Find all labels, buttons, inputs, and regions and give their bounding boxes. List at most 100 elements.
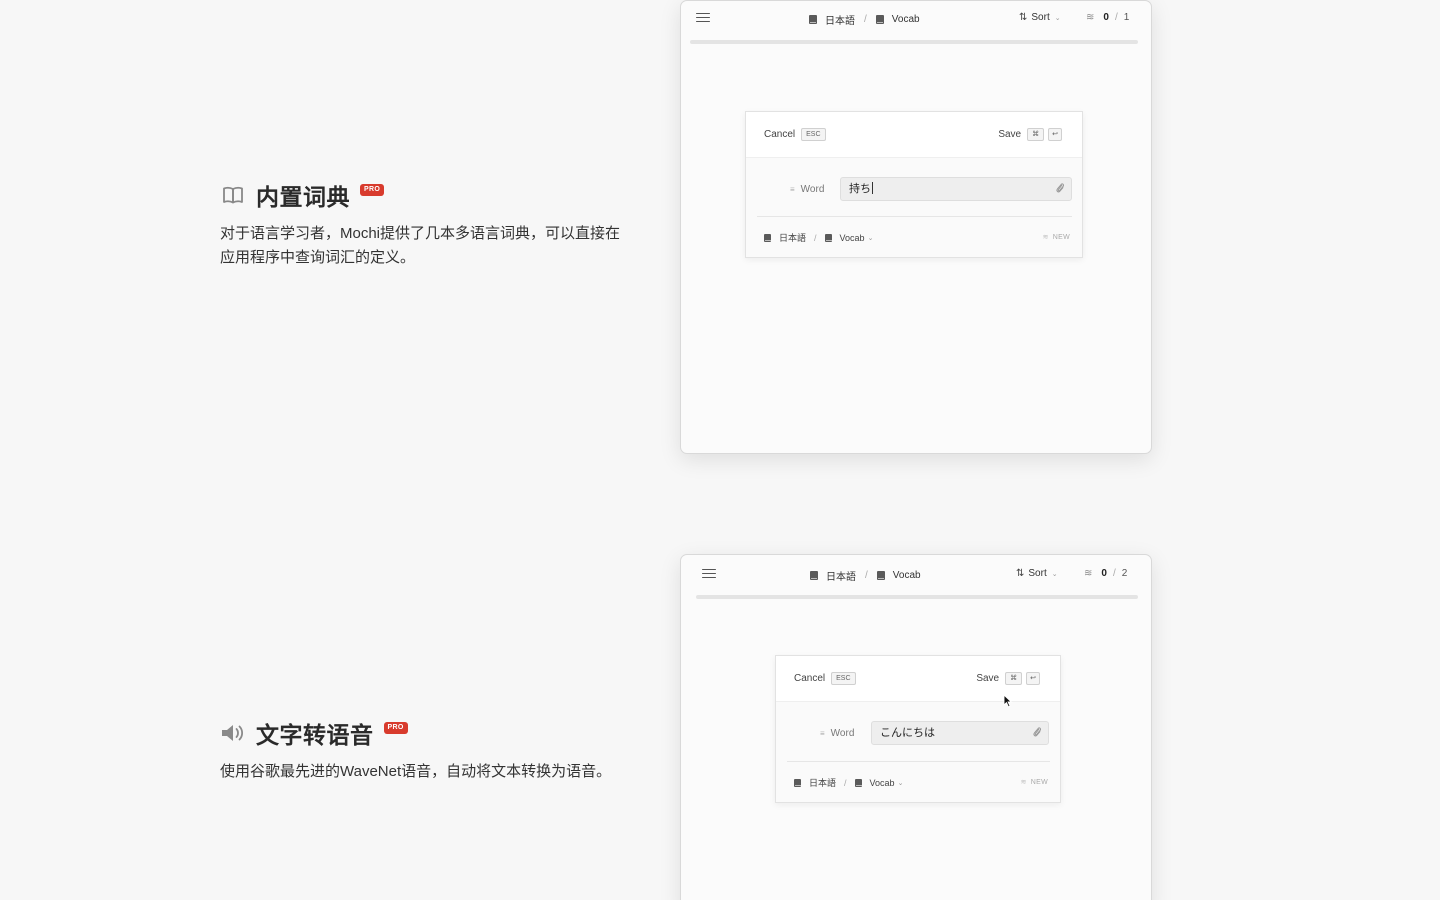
status-badge: ≋ NEW: [1021, 778, 1048, 786]
field-label: ≡ Word: [790, 184, 840, 195]
save-button[interactable]: Save ⌘ ↩: [998, 128, 1062, 141]
book-open-icon: [220, 183, 246, 207]
save-label: Save: [998, 129, 1022, 140]
feature-heading: 内置词典 PRO: [220, 180, 630, 210]
esc-key-hint: ESC: [831, 672, 856, 685]
toolbar: 日本語 / Vocab ⇅ Sort ⌄ ≋ 0 / 2: [681, 555, 1151, 591]
breadcrumb-separator: /: [844, 777, 847, 788]
feature-title: 内置词典: [256, 184, 350, 210]
enter-key-hint: ↩: [1026, 672, 1040, 685]
deck-icon: [764, 233, 771, 242]
deck-icon: [824, 233, 832, 242]
feature-heading: 文字转语音 PRO: [220, 718, 630, 748]
cancel-label: Cancel: [794, 673, 826, 684]
feature-dictionary: 内置词典 PRO 对于语言学习者，Mochi提供了几本多语言词典，可以直接在应用…: [220, 180, 630, 270]
footer-deck[interactable]: 日本語: [809, 776, 836, 789]
count-total: 1: [1123, 12, 1130, 23]
toolbar: 日本語 / Vocab ⇅ Sort ⌄ ≋ 0 / 1: [681, 1, 1151, 37]
feature-description: 对于语言学习者，Mochi提供了几本多语言词典，可以直接在应用程序中查询词汇的定…: [220, 225, 621, 266]
feature-text-to-speech: 文字转语音 PRO 使用谷歌最先进的WaveNet语音，自动将文本转换为语音。: [220, 718, 630, 784]
cancel-label: Cancel: [764, 129, 796, 140]
chevron-down-icon: ⌄: [1054, 14, 1061, 22]
app-window-dictionary: 日本語 / Vocab ⇅ Sort ⌄ ≋ 0 / 1 Cancel ESC …: [680, 0, 1152, 454]
breadcrumb-deck[interactable]: 日本語: [825, 12, 855, 27]
paperclip-icon[interactable]: [1055, 182, 1065, 199]
field-label-text: Word: [800, 183, 825, 195]
editor-footer-breadcrumb: 日本語 / Vocab ⌄: [794, 776, 903, 789]
breadcrumb: 日本語 / Vocab: [809, 12, 920, 27]
word-field-row: ≡ Word こんにちは: [820, 721, 1049, 745]
status-label: NEW: [1030, 779, 1048, 786]
editor-header: Cancel ESC Save ⌘ ↩: [746, 112, 1082, 158]
breadcrumb-deck[interactable]: 日本語: [826, 568, 856, 583]
deck-icon: [794, 778, 801, 787]
sort-button[interactable]: ⇅ Sort ⌄: [1019, 12, 1061, 23]
deck-icon: [875, 15, 884, 24]
text-caret: [872, 182, 873, 194]
footer-subdeck[interactable]: Vocab: [870, 778, 895, 788]
card-count: ≋ 0 / 1: [1086, 12, 1129, 23]
deck-icon: [876, 571, 885, 580]
footer-deck[interactable]: 日本語: [779, 231, 806, 244]
progress-bar: [690, 40, 1138, 44]
esc-key-hint: ESC: [801, 128, 826, 141]
menu-icon[interactable]: [702, 569, 716, 581]
sort-label: Sort: [1031, 12, 1050, 23]
feature-title: 文字转语音: [256, 722, 374, 748]
count-separator: /: [1114, 12, 1118, 23]
deck-icon: [854, 778, 862, 787]
editor-footer-breadcrumb: 日本語 / Vocab ⌄: [764, 231, 873, 244]
word-input-value: こんにちは: [880, 727, 935, 739]
sort-icon: ⇅: [1019, 12, 1028, 23]
sort-button[interactable]: ⇅ Sort ⌄: [1016, 568, 1058, 579]
chevron-down-icon[interactable]: ⌄: [868, 234, 874, 242]
enter-key-hint: ↩: [1048, 128, 1062, 141]
word-field-row: ≡ Word 持ち: [790, 177, 1072, 201]
cmd-key-hint: ⌘: [1005, 672, 1023, 685]
cancel-button[interactable]: Cancel ESC: [794, 672, 856, 685]
breadcrumb: 日本語 / Vocab: [810, 568, 921, 583]
count-total: 2: [1121, 568, 1128, 579]
text-field-icon: ≡: [790, 184, 795, 194]
save-label: Save: [976, 673, 1000, 684]
chevron-down-icon[interactable]: ⌄: [898, 779, 904, 787]
card-editor: Cancel ESC Save ⌘ ↩ ≡ Word こんにちは 日本語 / V…: [775, 655, 1061, 803]
stack-icon: ≋: [1086, 12, 1095, 23]
paperclip-icon[interactable]: [1032, 726, 1042, 743]
stack-icon: ≋: [1042, 234, 1049, 241]
menu-icon[interactable]: [696, 13, 710, 25]
stack-icon: ≋: [1084, 568, 1093, 579]
sort-label: Sort: [1028, 568, 1047, 579]
card-count: ≋ 0 / 2: [1084, 568, 1127, 579]
cancel-button[interactable]: Cancel ESC: [764, 128, 826, 141]
field-label-text: Word: [830, 727, 855, 739]
footer-subdeck[interactable]: Vocab: [840, 233, 865, 243]
word-input[interactable]: こんにちは: [871, 721, 1049, 745]
pro-badge: PRO: [383, 722, 408, 734]
text-field-icon: ≡: [820, 728, 825, 738]
speaker-icon: [220, 721, 246, 745]
editor-divider: [787, 761, 1050, 762]
cmd-key-hint: ⌘: [1027, 128, 1045, 141]
save-button[interactable]: Save ⌘ ↩: [976, 672, 1040, 685]
progress-bar: [696, 595, 1138, 599]
feature-description: 使用谷歌最先进的WaveNet语音，自动将文本转换为语音。: [220, 763, 612, 780]
count-current: 0: [1101, 568, 1107, 579]
breadcrumb-separator: /: [864, 14, 867, 25]
breadcrumb-separator: /: [865, 570, 868, 581]
deck-icon: [809, 15, 817, 24]
chevron-down-icon: ⌄: [1051, 570, 1058, 578]
app-window-tts: 日本語 / Vocab ⇅ Sort ⌄ ≋ 0 / 2 Cancel ESC …: [680, 554, 1152, 900]
field-label: ≡ Word: [820, 728, 871, 739]
status-badge: ≋ NEW: [1043, 233, 1070, 241]
breadcrumb-subdeck[interactable]: Vocab: [893, 570, 921, 581]
stack-icon: ≋: [1020, 779, 1027, 786]
editor-header: Cancel ESC Save ⌘ ↩: [776, 656, 1060, 702]
status-label: NEW: [1052, 234, 1070, 241]
word-input[interactable]: 持ち: [840, 177, 1072, 201]
deck-icon: [810, 571, 818, 580]
breadcrumb-subdeck[interactable]: Vocab: [892, 14, 920, 25]
breadcrumb-separator: /: [814, 232, 817, 243]
word-input-value: 持ち: [849, 183, 871, 195]
pro-badge: PRO: [360, 184, 385, 196]
